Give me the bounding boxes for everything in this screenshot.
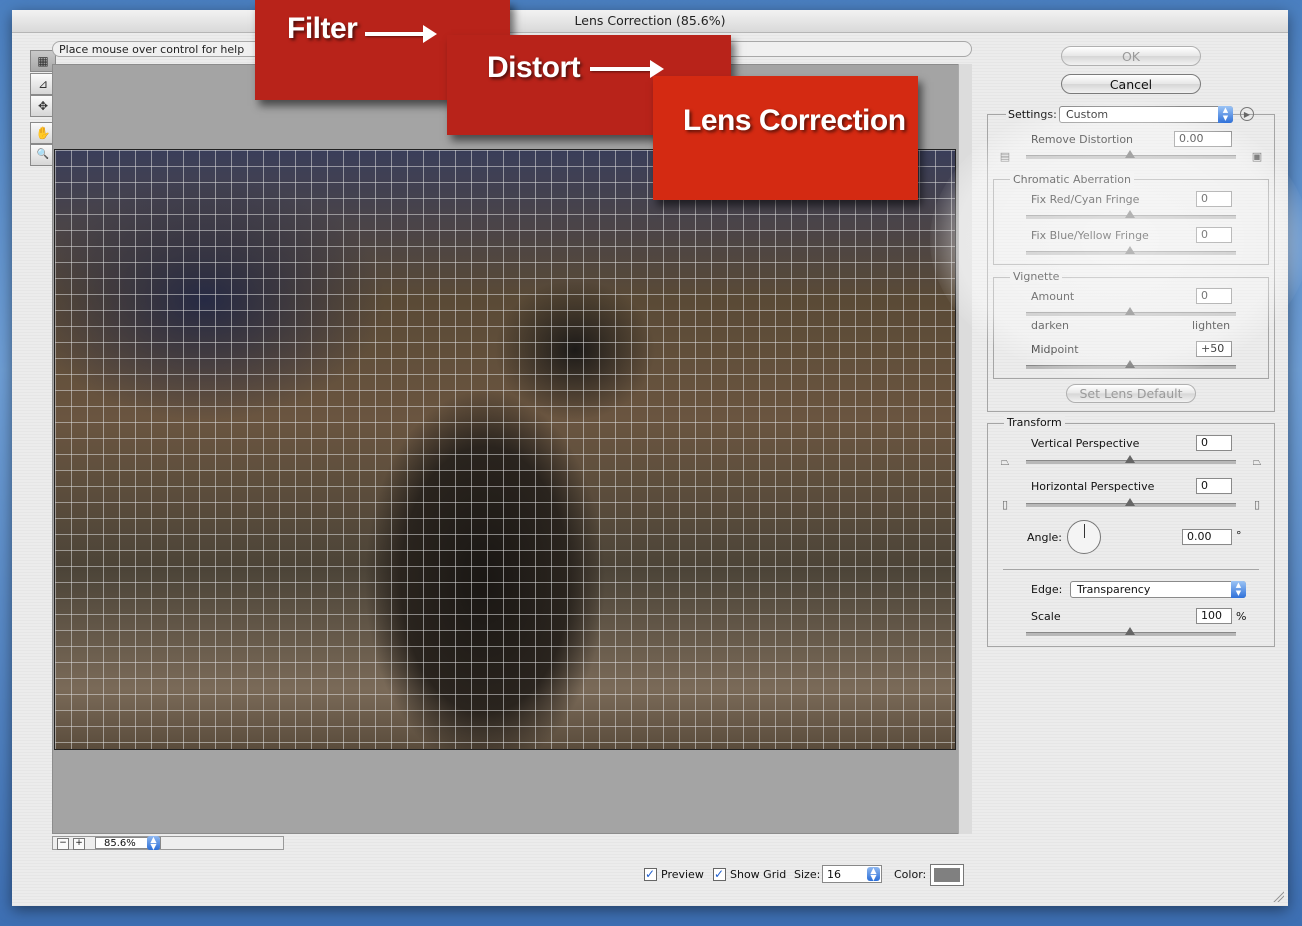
preview-photo[interactable] — [54, 149, 956, 750]
darken-label: darken — [1031, 319, 1069, 332]
cancel-button[interactable]: Cancel — [1061, 74, 1201, 94]
angle-field[interactable]: 0.00 — [1182, 529, 1232, 545]
angle-label: Angle: — [1027, 531, 1063, 544]
vignette-amount-label: Amount — [1031, 290, 1075, 303]
vertical-perspective-max-icon: ⏢ — [1252, 455, 1262, 468]
lens-correction-dialog: Lens Correction (85.6%) ▦ ⊿ ✥ ✋ 🔍 Place … — [12, 10, 1288, 906]
vignette-amount-field[interactable]: 0 — [1196, 288, 1232, 304]
settings-value: Custom — [1066, 108, 1109, 121]
horizontal-perspective-min-icon: ▯ — [1001, 498, 1009, 511]
midpoint-field[interactable]: +50 — [1196, 341, 1232, 357]
horizontal-perspective-field[interactable]: 0 — [1196, 478, 1232, 494]
remove-distortion-thumb[interactable] — [1125, 150, 1135, 158]
filter-callout-text: Filter — [287, 12, 358, 45]
vignette-amount-thumb[interactable] — [1125, 307, 1135, 315]
settings-label: Settings: — [1006, 108, 1059, 122]
scale-thumb[interactable] — [1125, 627, 1135, 635]
distort-arrow-icon — [590, 60, 664, 78]
scale-unit: % — [1236, 610, 1247, 623]
window-title: Lens Correction (85.6%) — [12, 10, 1288, 33]
zoom-level-value: 85.6% — [104, 838, 136, 849]
zoom-out-button[interactable]: − — [57, 838, 69, 850]
horizontal-perspective-label: Horizontal Perspective — [1031, 480, 1155, 493]
grid-size-value: 16 — [827, 868, 841, 881]
horizontal-perspective-thumb[interactable] — [1125, 498, 1135, 506]
settings-dropdown-icon[interactable]: ▲ ▼ — [1218, 106, 1233, 123]
blue-yellow-label: Fix Blue/Yellow Fringe — [1031, 229, 1149, 242]
angle-dial-icon[interactable] — [1067, 520, 1101, 554]
grid-size-field[interactable]: 16 ▲ ▼ — [822, 865, 882, 883]
angle-unit: ° — [1236, 529, 1242, 542]
show-grid-label: Show Grid — [730, 868, 787, 881]
chromatic-aberration-title: Chromatic Aberration — [1010, 173, 1134, 187]
filter-arrow-icon — [365, 25, 437, 43]
preview-label: Preview — [661, 868, 704, 881]
lens-correction-callout: Lens Correction — [653, 76, 918, 200]
canvas-scrollbar[interactable] — [958, 64, 972, 834]
ok-button[interactable]: OK — [1061, 46, 1201, 66]
lighten-label: lighten — [1192, 319, 1231, 332]
scale-field[interactable]: 100 — [1196, 608, 1232, 624]
grid-color-label: Color: — [894, 868, 927, 881]
red-cyan-thumb[interactable] — [1125, 210, 1135, 218]
remove-distortion-label: Remove Distortion — [1031, 133, 1134, 146]
grid-size-label: Size: — [794, 868, 821, 881]
set-lens-default-button[interactable]: Set Lens Default — [1066, 384, 1196, 403]
scale-label: Scale — [1031, 610, 1061, 623]
settings-menu-icon[interactable]: ▶ — [1240, 107, 1254, 121]
horizontal-perspective-max-icon: ▯ — [1253, 498, 1261, 511]
remove-distortion-field[interactable]: 0.00 — [1174, 131, 1232, 147]
blue-yellow-thumb[interactable] — [1125, 246, 1135, 254]
red-cyan-field[interactable]: 0 — [1196, 191, 1232, 207]
preview-checkbox[interactable]: Preview — [644, 865, 704, 884]
transform-divider — [1003, 569, 1259, 570]
red-cyan-label: Fix Red/Cyan Fringe — [1031, 193, 1140, 206]
zoom-bar: − + 85.6% ▲ ▼ — [52, 836, 284, 851]
vertical-perspective-min-icon: ⏢ — [1000, 455, 1010, 468]
midpoint-thumb[interactable] — [1125, 360, 1135, 368]
show-grid-checkbox[interactable]: Show Grid — [713, 865, 787, 884]
lens-correction-callout-text: Lens Correction — [683, 104, 906, 137]
pincushion-icon: ▤ — [999, 150, 1011, 163]
resize-grip-icon[interactable] — [1272, 890, 1284, 902]
grid-color-swatch[interactable] — [930, 864, 964, 886]
edge-label: Edge: — [1031, 583, 1063, 596]
zoom-in-button[interactable]: + — [73, 838, 85, 850]
edge-select[interactable]: Transparency ▲ ▼ — [1070, 581, 1246, 598]
blue-yellow-field[interactable]: 0 — [1196, 227, 1232, 243]
vertical-perspective-thumb[interactable] — [1125, 455, 1135, 463]
barrel-icon: ▣ — [1251, 150, 1263, 163]
midpoint-label: Midpoint — [1031, 343, 1079, 356]
preview-check-icon[interactable] — [644, 865, 657, 883]
alignment-grid — [55, 150, 955, 749]
zoom-dropdown-icon[interactable]: ▲ ▼ — [147, 836, 160, 851]
transform-title: Transform — [1004, 416, 1065, 430]
settings-select[interactable]: Custom ▲ ▼ — [1059, 106, 1233, 123]
vignette-title: Vignette — [1010, 270, 1063, 284]
vertical-perspective-field[interactable]: 0 — [1196, 435, 1232, 451]
grid-size-dropdown-icon[interactable]: ▲ ▼ — [867, 867, 880, 882]
show-grid-check-icon[interactable] — [713, 865, 726, 883]
edge-dropdown-icon[interactable]: ▲ ▼ — [1231, 581, 1246, 598]
distort-callout-text: Distort — [487, 51, 581, 84]
grid-color-fill — [934, 868, 960, 882]
edge-value: Transparency — [1077, 583, 1151, 596]
vertical-perspective-label: Vertical Perspective — [1031, 437, 1140, 450]
